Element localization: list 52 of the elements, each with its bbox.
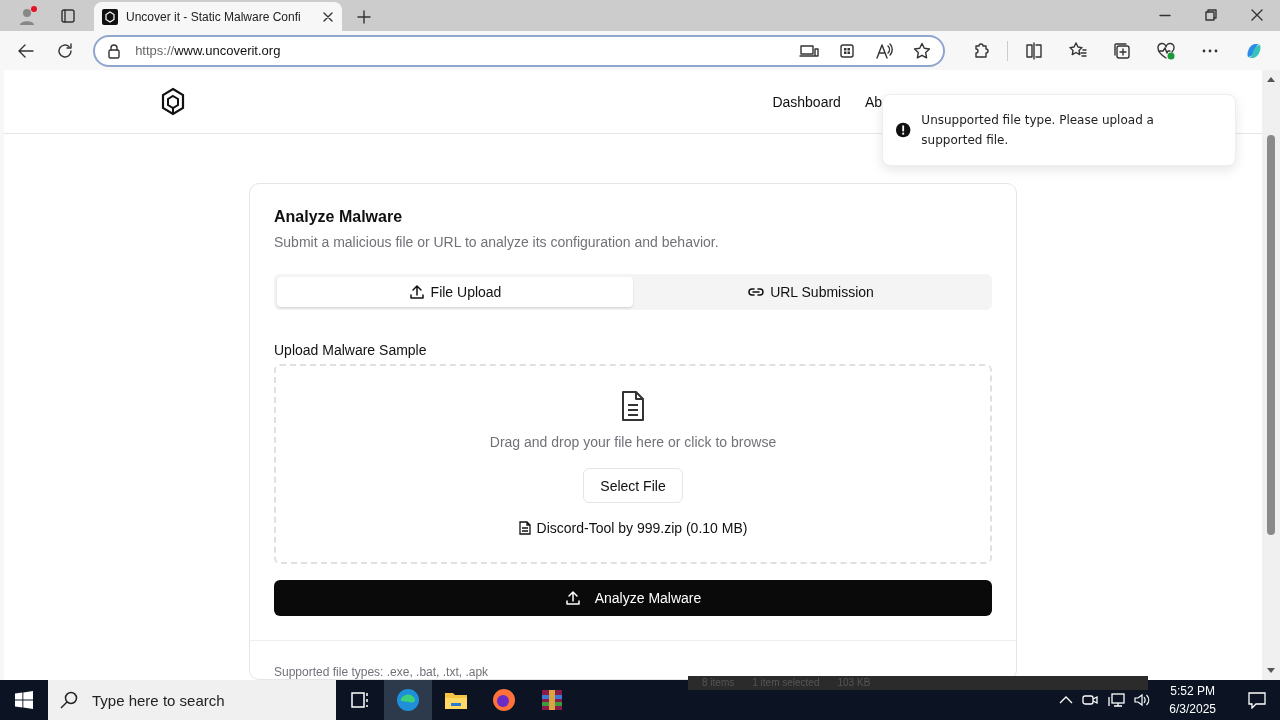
search-icon <box>60 691 78 709</box>
card-subtitle: Submit a malicious file or URL to analyze its configuration and behavior. <box>274 234 720 250</box>
network-icon[interactable] <box>1107 692 1126 708</box>
clock[interactable]: 5:52 PM 6/3/2025 <box>1159 682 1226 718</box>
url-text: https:// <box>135 43 175 58</box>
select-file-button[interactable]: Select File <box>583 468 683 503</box>
upload-icon <box>564 590 581 606</box>
url-text: www.uncoverit.org <box>174 43 281 58</box>
browser-icon[interactable] <box>395 687 421 713</box>
archive-icon[interactable] <box>539 687 565 713</box>
firefox-icon[interactable] <box>491 687 517 713</box>
nav-link[interactable]: Dashboard <box>772 93 841 110</box>
chevron-up-icon[interactable] <box>1059 695 1074 705</box>
toast-message: Unsupported file type. Please upload a supported file. <box>921 112 1155 149</box>
close-icon[interactable] <box>322 10 334 23</box>
upload-icon <box>408 284 425 300</box>
tab[interactable]: URL Submission <box>633 277 989 307</box>
supported-types-note: Supported file types: .exe, .bat, .txt, .apk <box>274 665 490 679</box>
lock-icon <box>107 42 122 59</box>
tab[interactable]: File Upload <box>277 277 633 307</box>
drop-zone[interactable]: Drag and drop your file here or click to browse Select File Discord-Tool by 999.zip (0.10 MB) <box>274 364 992 564</box>
profile-icon[interactable] <box>17 4 39 27</box>
document-icon <box>620 390 646 422</box>
apps-icon[interactable] <box>839 42 855 59</box>
card-title: Analyze Malware <box>274 208 404 226</box>
health-icon[interactable] <box>1156 40 1176 61</box>
new-tab-icon[interactable] <box>356 8 372 25</box>
site-logo-icon[interactable] <box>159 85 187 118</box>
tab-actions-icon[interactable] <box>60 7 76 24</box>
scroll-up-icon[interactable] <box>1267 76 1275 82</box>
notifications-icon[interactable] <box>1247 691 1267 709</box>
analyze-button[interactable]: Analyze Malware <box>274 580 992 616</box>
file-icon <box>518 521 531 535</box>
meet-icon[interactable] <box>1081 692 1100 708</box>
nav-link[interactable]: Ab <box>864 93 882 110</box>
browser-tab[interactable]: Uncover it - Static Malware Confi <box>94 2 342 31</box>
field-label: Upload Malware Sample <box>274 342 428 358</box>
star-icon[interactable] <box>913 41 931 60</box>
read-aloud-icon[interactable] <box>875 42 893 59</box>
scrollbar[interactable] <box>1262 70 1280 680</box>
site-logo-icon <box>102 8 118 25</box>
alert-icon <box>895 121 912 139</box>
drop-hint: Drag and drop your file here or click to browse <box>489 434 777 450</box>
split-screen-icon[interactable] <box>1024 40 1044 61</box>
windows-start-icon[interactable] <box>15 691 33 709</box>
file-name: Discord-Tool by 999.zip (0.10 MB) <box>536 520 748 536</box>
devices-icon[interactable] <box>799 42 819 59</box>
scroll-down-icon[interactable] <box>1267 668 1275 674</box>
collections-icon[interactable] <box>1112 40 1132 61</box>
volume-icon[interactable] <box>1133 692 1152 708</box>
address-bar[interactable]: https://www.uncoverit.org <box>93 34 945 67</box>
taskbar-search[interactable]: Type here to search <box>48 680 336 720</box>
